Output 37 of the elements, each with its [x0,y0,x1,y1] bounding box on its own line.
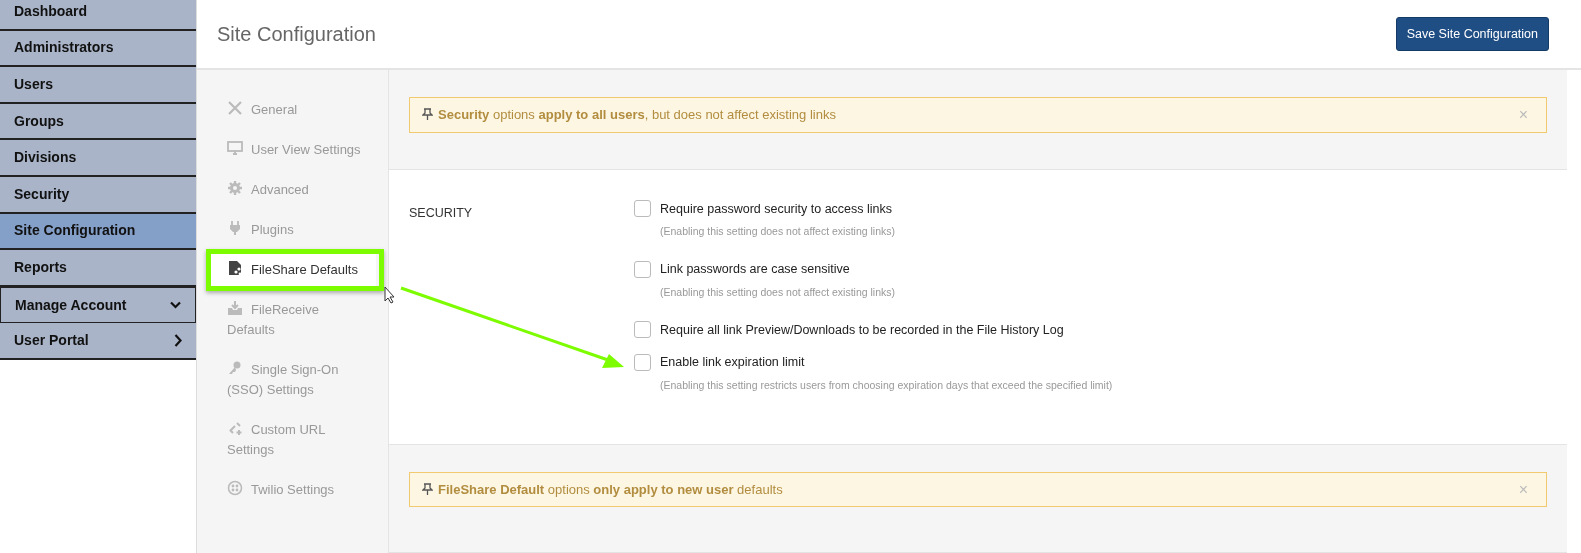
save-button[interactable]: Save Site Configuration [1395,16,1549,52]
page-title: Site Configuration [217,22,376,47]
chevron-down-icon [170,301,181,310]
option-hint: (Enabling this setting does not affect existing links) [660,224,897,240]
alert-text: FileShare Default options only apply to new user defaults [438,480,783,499]
option-label: Require password security to access links [660,200,893,218]
sidebar-item[interactable]: Users [0,67,196,104]
option-label: Link passwords are case sensitive [660,261,850,278]
checkbox[interactable] [634,260,651,278]
checkbox[interactable] [634,321,651,339]
plug-icon [227,220,243,236]
sidebar-item[interactable]: Dashboard [0,0,196,31]
monitor-icon [227,140,243,156]
sidebar-item[interactable]: User Portal [0,323,196,360]
chevron-right-icon [174,334,182,348]
sidebar-item[interactable]: Divisions [0,140,196,177]
option-label: Enable link expiration limit [660,354,805,372]
sidebar-item[interactable]: Site Configuration [0,213,196,251]
sidebar-item[interactable]: Manage Account [0,286,196,324]
section-heading: SECURITY [409,205,473,220]
option-hint: (Enabling this setting does not affect existing links) [660,284,897,300]
sidebar-item[interactable]: Groups [0,103,196,141]
sidebar-item[interactable]: Security [0,176,196,214]
option-hint: (Enabling this setting restricts users from choosing expiration days that exceed the specified limit) [660,378,1113,393]
sidebar-item[interactable]: Reports [0,250,196,287]
pin-icon [422,108,433,122]
inbox-download-icon [227,300,243,316]
twilio-icon [227,480,243,496]
checkbox[interactable] [634,354,651,372]
option-label: Require all link Preview/Downloads to be recorded in the File History Log [660,321,1064,339]
alert-text: Security options apply to all users, but does not affect existing links [438,106,836,124]
sidebar-item[interactable]: Administrators [0,30,196,68]
file-share-icon [227,260,243,276]
checkbox[interactable] [634,200,651,218]
key-user-icon [227,360,243,376]
gear-icon [227,180,243,196]
pin-icon [422,483,433,496]
